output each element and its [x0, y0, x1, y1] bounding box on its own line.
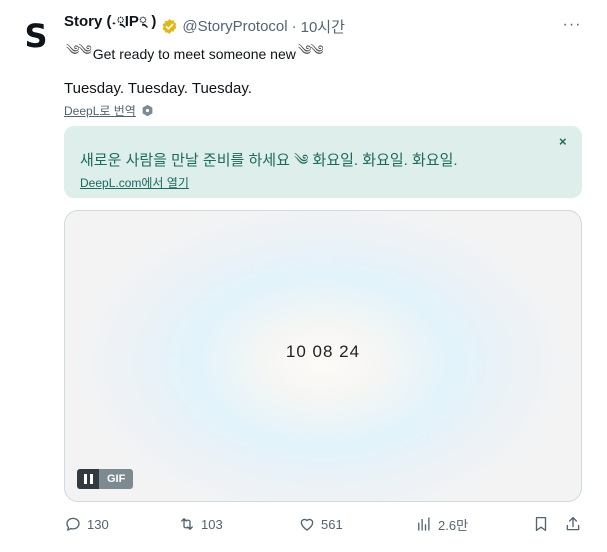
reply-button[interactable]: 130 [64, 513, 109, 535]
action-bar: 130 103 561 2.6만 [64, 513, 586, 535]
avatar-logo: S [24, 17, 48, 55]
reply-icon [66, 517, 80, 531]
translation-panel: 새로운 사람을 만날 준비를 하세요 ༄ 화요일. 화요일. 화요일. × De… [64, 126, 582, 198]
heart-icon [300, 518, 314, 531]
like-count: 561 [321, 516, 343, 532]
avatar[interactable]: S [15, 15, 57, 57]
more-options-button[interactable]: ··· [562, 16, 582, 36]
doodle-decoration-left: ༄༄ [66, 42, 92, 58]
tweet: S Story (˖྄IP྄ ) @StoryProtocol · 10시간 ·… [0, 0, 607, 552]
close-translation-icon[interactable]: × [559, 134, 567, 149]
views-count: 2.6만 [438, 517, 469, 533]
share-button[interactable] [564, 513, 587, 535]
tweet-text-line2: Tuesday. Tuesday. Tuesday. [64, 80, 252, 97]
analytics-icon [418, 517, 430, 531]
reply-count: 130 [87, 516, 109, 532]
verified-badge-icon [162, 18, 177, 34]
retweet-icon [181, 518, 193, 530]
retweet-button[interactable]: 103 [178, 513, 223, 535]
author-handle[interactable]: @StoryProtocol [182, 18, 287, 35]
bookmark-button[interactable] [532, 513, 555, 535]
translate-button[interactable]: DeepL로 번역 [64, 102, 154, 119]
like-button[interactable]: 561 [298, 513, 343, 535]
views-button[interactable]: 2.6만 [415, 513, 468, 535]
tweet-header: Story (˖྄IP྄ ) @StoryProtocol · 10시간 [64, 13, 345, 36]
doodle-decoration-right: ༄༄ [297, 42, 324, 58]
bookmark-icon [535, 516, 547, 532]
open-in-deepl-link[interactable]: DeepL.com에서 열기 [80, 174, 189, 191]
gif-badge: GIF [99, 469, 134, 489]
deepl-icon [142, 104, 153, 117]
share-icon [566, 516, 580, 531]
separator-dot: · [291, 17, 297, 35]
pause-icon[interactable] [77, 469, 99, 489]
gif-date-text: 10 08 24 [285, 342, 361, 361]
retweet-count: 103 [201, 516, 223, 532]
tweet-text: Get ready to meet someone new [92, 46, 296, 62]
tweet-text-line1: ༄༄ Get ready to meet someone new ༄༄ [64, 40, 325, 68]
media-gif[interactable]: 10 08 24 GIF [64, 210, 582, 502]
translate-label[interactable]: DeepL로 번역 [64, 102, 136, 119]
